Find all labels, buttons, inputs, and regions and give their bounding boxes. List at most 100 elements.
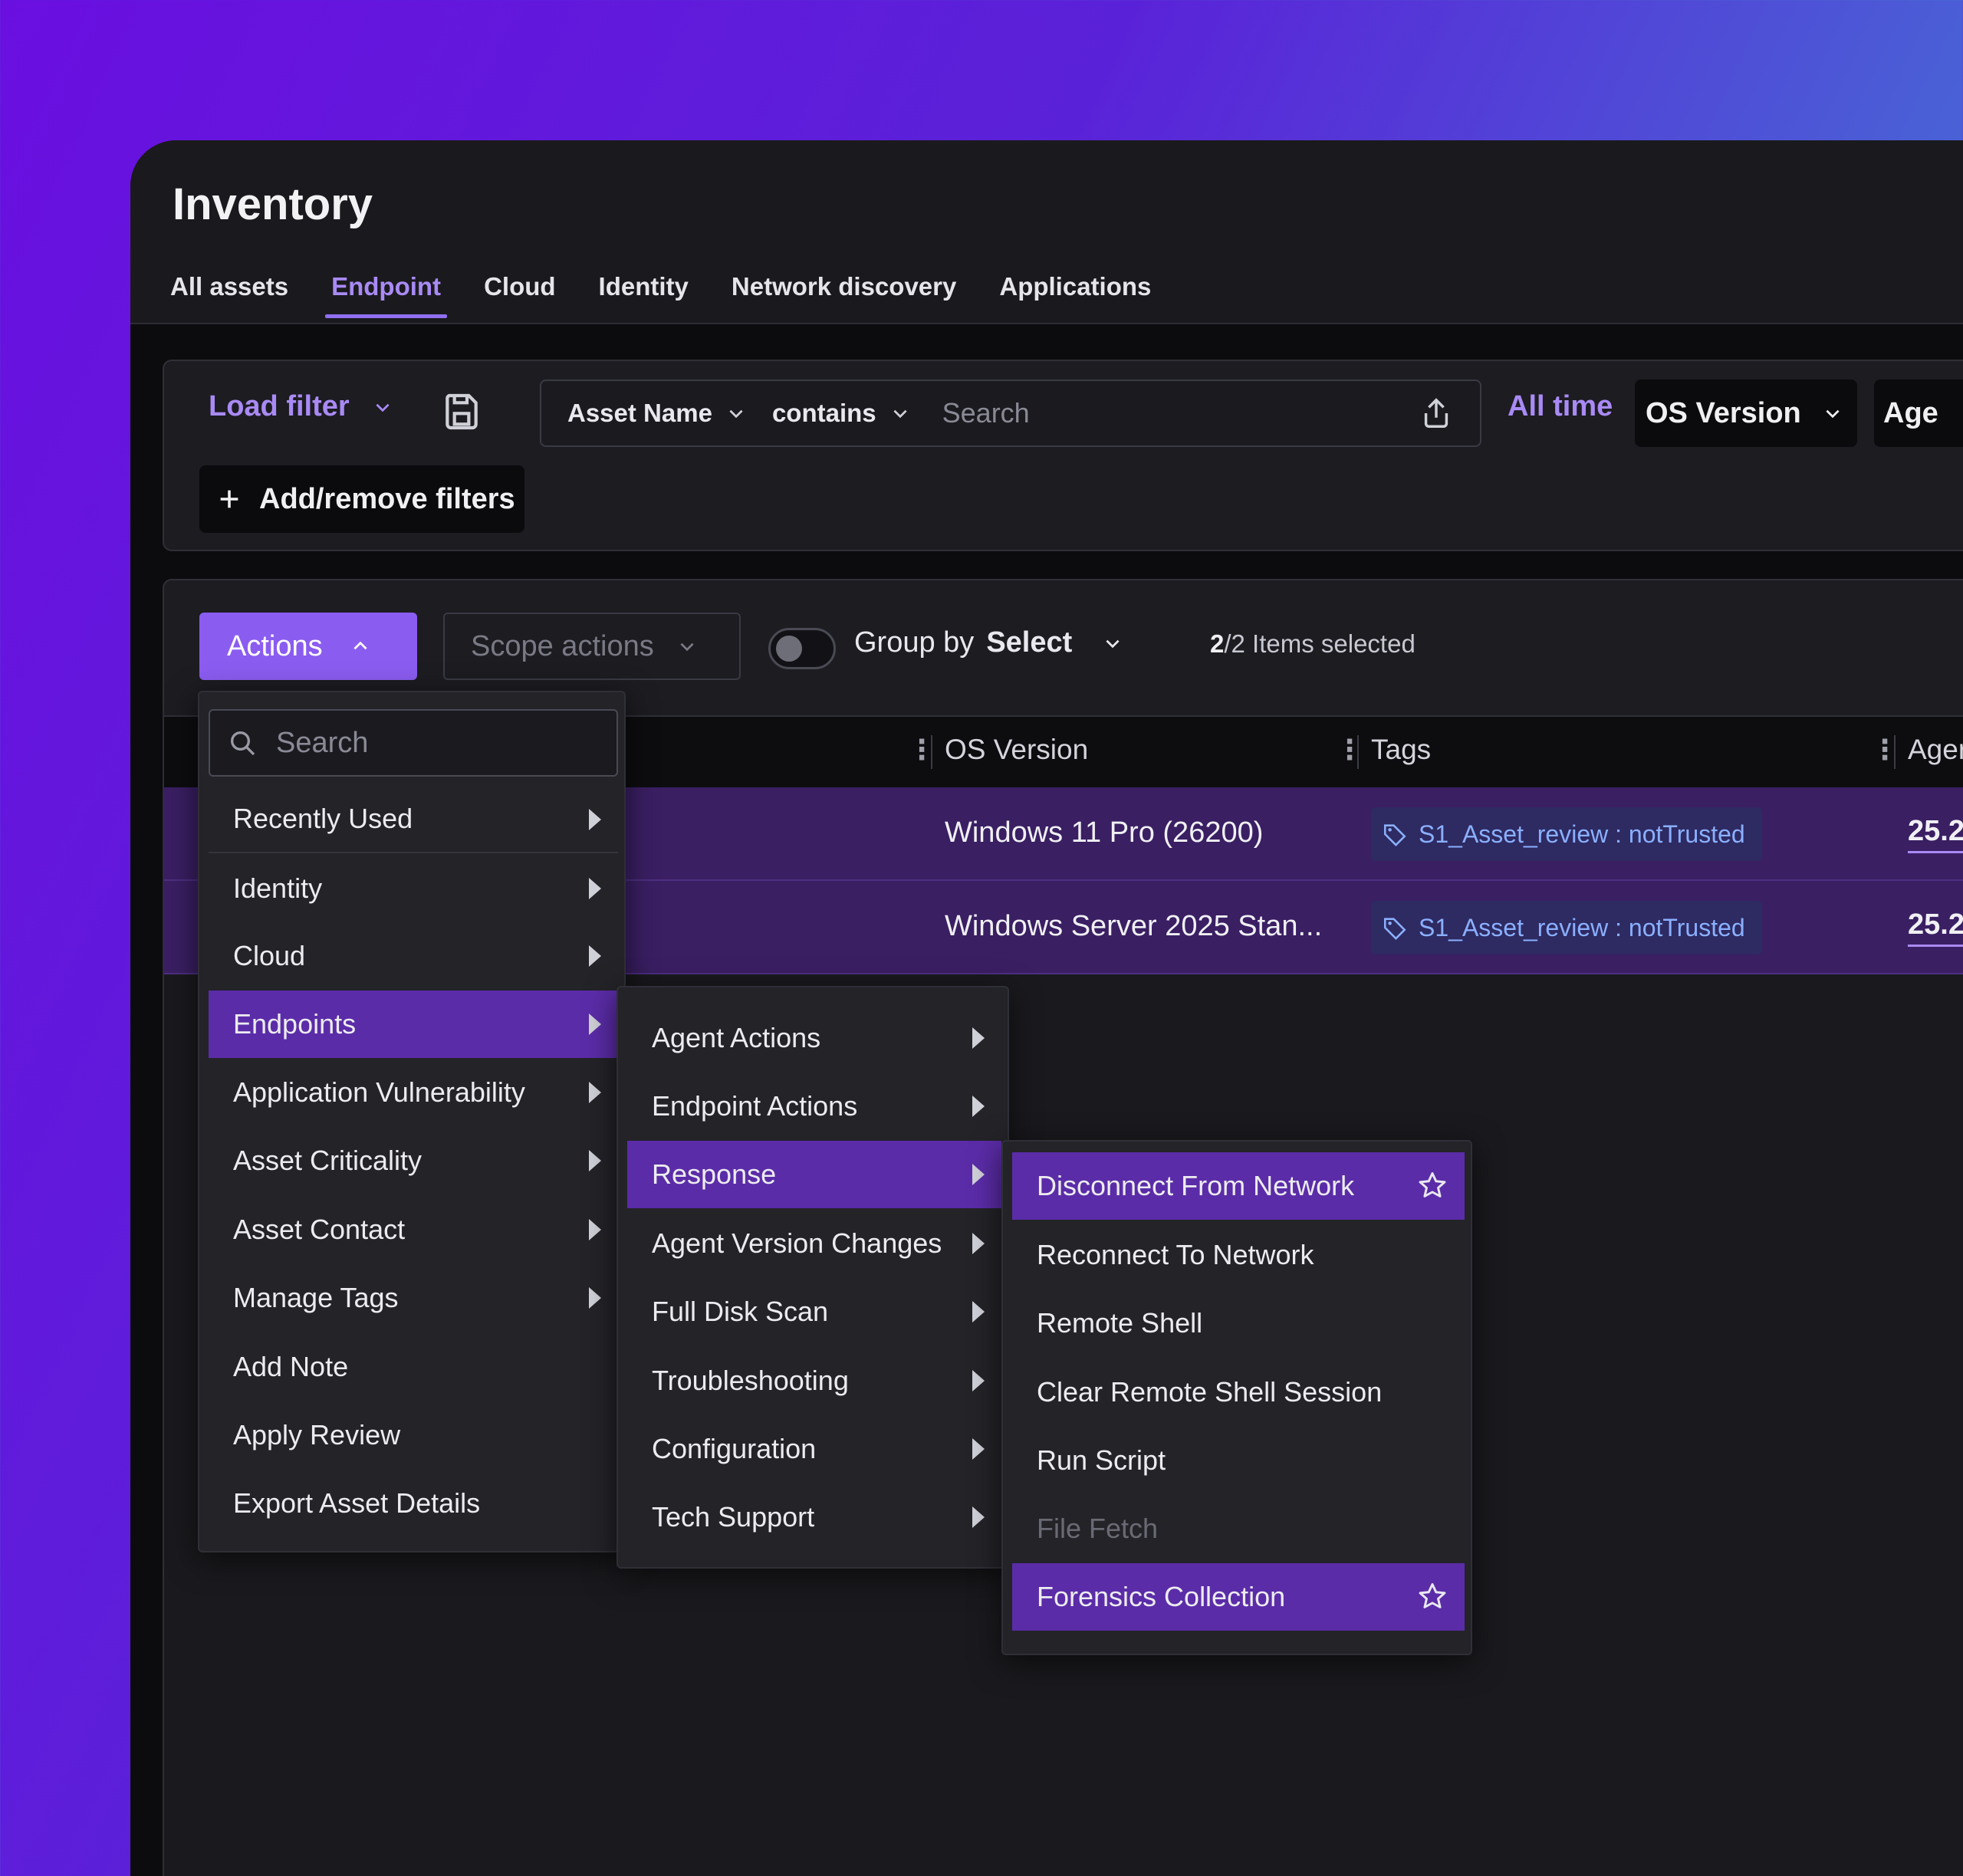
menu-item-asset-contact[interactable]: Asset Contact [209, 1196, 618, 1263]
menu-item-apply-review[interactable]: Apply Review [209, 1401, 618, 1469]
add-remove-filters-label: Add/remove filters [259, 482, 515, 515]
menu-item-label: Clear Remote Shell Session [1037, 1376, 1383, 1408]
tag-label: S1_Asset_review : notTrusted [1419, 820, 1745, 848]
chevron-down-icon [680, 642, 694, 652]
star-icon[interactable] [1416, 1580, 1449, 1614]
menu-item-reconnect-to-network[interactable]: Reconnect To Network [1012, 1221, 1465, 1289]
chevron-down-icon [729, 409, 743, 419]
tag-badge[interactable]: S1_Asset_review : notTrusted [1371, 807, 1762, 861]
group-by-toggle[interactable] [768, 628, 836, 669]
menu-item-agent-version-changes[interactable]: Agent Version Changes [627, 1210, 1001, 1277]
selected-count-suffix: /2 Items selected [1224, 629, 1416, 658]
share-icon[interactable] [1419, 396, 1454, 431]
field-label: Asset Name [567, 399, 712, 427]
agent-filter[interactable]: Age [1874, 379, 1963, 447]
column-header-tags[interactable]: Tags [1371, 734, 1431, 766]
scope-actions-button[interactable]: Scope actions [443, 613, 741, 680]
menu-item-label: Cloud [233, 940, 306, 971]
menu-item-endpoints[interactable]: Endpoints [209, 991, 618, 1058]
menu-item-forensics-collection[interactable]: Forensics Collection [1012, 1563, 1465, 1631]
menu-item-label: Configuration [652, 1433, 817, 1464]
add-remove-filters-button[interactable]: Add/remove filters [199, 465, 524, 533]
menu-item-application-vulnerability[interactable]: Application Vulnerability [209, 1059, 618, 1126]
column-divider[interactable] [1894, 735, 1896, 769]
menu-item-label: Tech Support [652, 1501, 815, 1533]
caret-right-icon [589, 1014, 601, 1035]
menu-item-label: Asset Criticality [233, 1145, 423, 1176]
column-divider[interactable] [1357, 735, 1359, 769]
menu-item-response[interactable]: Response [627, 1141, 1001, 1208]
menu-item-label: Apply Review [233, 1419, 401, 1451]
menu-item-disconnect-from-network[interactable]: Disconnect From Network [1012, 1152, 1465, 1220]
caret-right-icon [972, 1506, 985, 1528]
scope-actions-label: Scope actions [471, 629, 654, 662]
asset-search-input[interactable]: Search [942, 397, 1419, 429]
caret-right-icon [972, 1233, 985, 1254]
page-header: Inventory All assets Endpoint Cloud Iden… [130, 140, 1963, 324]
tab-cloud[interactable]: Cloud [462, 272, 577, 318]
page-title: Inventory [173, 179, 373, 229]
tag-icon [1383, 918, 1406, 940]
response-submenu: Disconnect From Network Reconnect To Net… [1001, 1140, 1472, 1655]
load-filter-label: Load filter [209, 390, 350, 422]
column-header-agent[interactable]: Ager [1908, 734, 1963, 766]
menu-item-clear-remote-shell-session[interactable]: Clear Remote Shell Session [1012, 1359, 1465, 1426]
menu-item-remote-shell[interactable]: Remote Shell [1012, 1290, 1465, 1357]
column-header-os-version[interactable]: OS Version [945, 734, 1088, 766]
time-range-label: All time [1508, 390, 1613, 422]
menu-item-label: Add Note [233, 1351, 349, 1382]
field-dropdown[interactable]: Asset Name [567, 399, 746, 428]
agent-version-link[interactable]: 25.2 [1908, 815, 1963, 853]
caret-right-icon [589, 1150, 601, 1171]
menu-item-manage-tags[interactable]: Manage Tags [209, 1264, 618, 1332]
group-by-dropdown[interactable]: Group by Select [854, 626, 1123, 659]
caret-right-icon [589, 878, 601, 899]
operator-dropdown[interactable]: contains [772, 399, 910, 428]
tab-applications[interactable]: Applications [978, 272, 1172, 318]
star-icon[interactable] [1416, 1169, 1449, 1203]
search-icon [231, 731, 255, 756]
time-range-dropdown[interactable]: All time [1508, 390, 1656, 423]
menu-item-troubleshooting[interactable]: Troubleshooting [627, 1347, 1001, 1414]
save-icon[interactable] [440, 390, 483, 433]
agent-version-link[interactable]: 25.2 [1908, 908, 1963, 947]
caret-right-icon [589, 809, 601, 830]
menu-item-label: Identity [233, 872, 323, 904]
menu-item-identity[interactable]: Identity [209, 855, 618, 922]
tab-endpoint[interactable]: Endpoint [310, 272, 462, 318]
menu-item-endpoint-actions[interactable]: Endpoint Actions [627, 1073, 1001, 1140]
menu-item-label: Export Asset Details [233, 1487, 481, 1519]
tab-identity[interactable]: Identity [577, 272, 710, 318]
selected-count: 2/2 Items selected [1210, 629, 1416, 659]
os-version-cell: Windows Server 2025 Stan... [945, 910, 1323, 942]
menu-item-recently-used[interactable]: Recently Used [209, 786, 618, 853]
menu-item-agent-actions[interactable]: Agent Actions [627, 1004, 1001, 1072]
actions-menu: Search Recently Used Identity Cloud Endp… [198, 691, 626, 1552]
caret-right-icon [972, 1370, 985, 1391]
menu-item-label: Run Script [1037, 1444, 1166, 1476]
os-version-filter[interactable]: OS Version [1635, 379, 1857, 447]
menu-item-run-script[interactable]: Run Script [1012, 1427, 1465, 1494]
actions-menu-search-placeholder: Search [276, 726, 369, 759]
plus-icon [220, 490, 238, 508]
tab-all-assets[interactable]: All assets [170, 272, 310, 318]
menu-item-tech-support[interactable]: Tech Support [627, 1483, 1001, 1551]
actions-menu-search-input[interactable]: Search [209, 709, 618, 777]
menu-item-file-fetch: File Fetch [1012, 1495, 1465, 1562]
load-filter-dropdown[interactable]: Load filter [209, 390, 393, 423]
menu-item-configuration[interactable]: Configuration [627, 1415, 1001, 1483]
menu-item-cloud[interactable]: Cloud [209, 922, 618, 990]
agent-filter-label: Age [1883, 396, 1938, 429]
column-menu-icon[interactable]: ⋮ [1336, 734, 1363, 766]
menu-item-full-disk-scan[interactable]: Full Disk Scan [627, 1278, 1001, 1345]
menu-item-export-asset-details[interactable]: Export Asset Details [209, 1470, 618, 1537]
tab-network-discovery[interactable]: Network discovery [710, 272, 978, 318]
actions-button[interactable]: Actions [199, 613, 417, 680]
tag-badge[interactable]: S1_Asset_review : notTrusted [1371, 901, 1762, 954]
chevron-up-icon [353, 641, 367, 650]
menu-item-add-note[interactable]: Add Note [209, 1333, 618, 1401]
menu-item-label: Disconnect From Network [1037, 1170, 1355, 1201]
column-divider[interactable] [931, 735, 932, 769]
filter-bar: Load filter Asset Name contains Search A… [163, 360, 1963, 551]
menu-item-asset-criticality[interactable]: Asset Criticality [209, 1127, 618, 1194]
